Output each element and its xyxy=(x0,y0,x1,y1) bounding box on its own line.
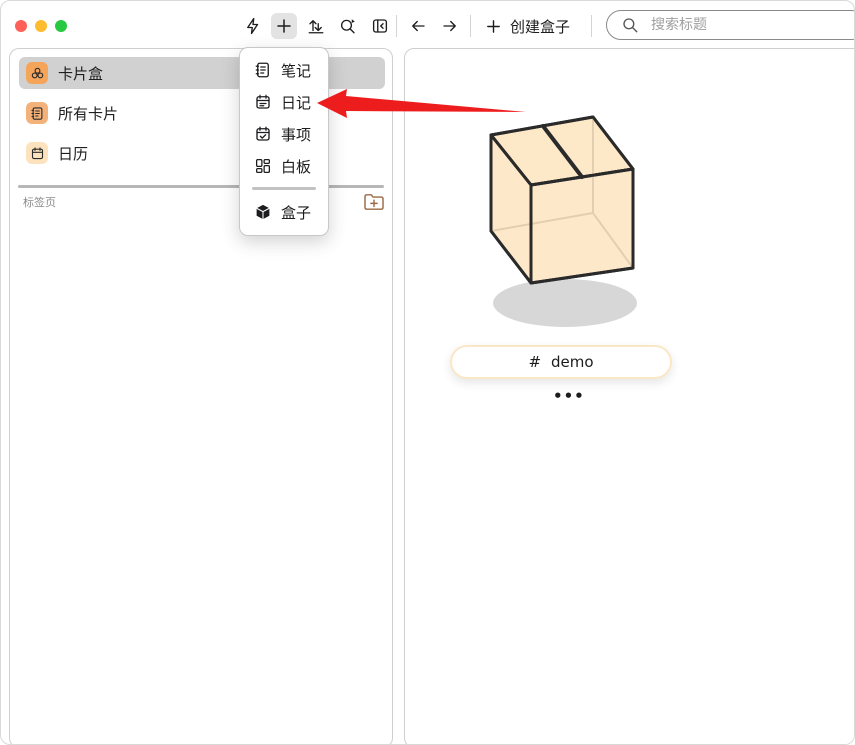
search-input[interactable] xyxy=(649,16,833,34)
flash-icon xyxy=(247,17,259,35)
create-box-button[interactable]: 创建盒子 xyxy=(485,13,570,39)
quick-capture-button[interactable] xyxy=(240,13,266,39)
sidebar-divider xyxy=(18,185,384,188)
tag-name: demo xyxy=(551,353,594,371)
notebook-icon xyxy=(26,102,48,124)
toolbar-divider xyxy=(470,15,471,37)
back-button[interactable] xyxy=(405,13,431,39)
sidebar-item-label: 日历 xyxy=(58,144,89,163)
arrow-right-icon xyxy=(443,20,456,32)
sidebar-item-cardbox[interactable]: 卡片盒 xyxy=(19,57,385,89)
sidebar-toggle-button[interactable] xyxy=(367,13,393,39)
minimize-window-button[interactable] xyxy=(35,20,47,32)
import-export-icon xyxy=(308,20,324,34)
import-export-button[interactable] xyxy=(303,13,329,39)
tags-section-label: 标签页 xyxy=(23,196,56,209)
close-window-button[interactable] xyxy=(15,20,27,32)
forward-button[interactable] xyxy=(437,13,463,39)
app-window: 创建盒子 卡片盒 所有卡片 日历 标签页 xyxy=(0,0,855,745)
menu-item-label: 盒子 xyxy=(281,203,312,222)
calendar-icon xyxy=(26,142,48,164)
tag-demo[interactable]: # demo xyxy=(450,345,672,379)
menu-item-box[interactable]: 盒子 xyxy=(246,197,324,227)
search-icon xyxy=(623,18,638,33)
menu-item-whiteboard[interactable]: 白板 xyxy=(246,151,324,181)
plus-icon xyxy=(487,19,500,33)
sidebar-item-calendar[interactable]: 日历 xyxy=(19,137,385,169)
whiteboard-grid-icon xyxy=(255,158,271,174)
box-illustration xyxy=(489,115,637,327)
add-folder-icon[interactable] xyxy=(363,193,385,211)
cube-icon xyxy=(256,204,270,220)
cardbox-icon xyxy=(26,62,48,84)
create-box-label: 创建盒子 xyxy=(510,17,571,36)
toolbar-divider xyxy=(396,15,397,37)
hash-symbol: # xyxy=(528,353,542,371)
more-button[interactable]: ••• xyxy=(553,387,585,405)
sidebar-toggle-icon xyxy=(372,19,388,33)
new-item-button[interactable] xyxy=(271,13,297,39)
menu-item-label: 白板 xyxy=(281,157,312,176)
arrow-left-icon xyxy=(412,20,425,32)
calendar-list-icon xyxy=(256,94,270,109)
search-refresh-button[interactable] xyxy=(335,13,361,39)
menu-item-label: 笔记 xyxy=(281,61,312,80)
menu-divider xyxy=(252,187,316,190)
calendar-check-icon xyxy=(256,126,270,141)
search-field[interactable] xyxy=(606,10,854,40)
sidebar-item-label: 所有卡片 xyxy=(58,104,119,123)
sidebar-item-label: 卡片盒 xyxy=(58,64,104,83)
plus-icon xyxy=(277,19,291,33)
menu-item-diary[interactable]: 日记 xyxy=(246,87,324,117)
toolbar-divider xyxy=(591,15,592,37)
menu-item-task[interactable]: 事项 xyxy=(246,119,324,149)
zoom-window-button[interactable] xyxy=(55,20,67,32)
sidebar: 卡片盒 所有卡片 日历 标签页 xyxy=(9,48,393,744)
sidebar-item-all-cards[interactable]: 所有卡片 xyxy=(19,97,385,129)
notebook-icon xyxy=(255,62,269,78)
search-refresh-icon xyxy=(340,19,355,34)
menu-item-label: 日记 xyxy=(281,93,312,112)
new-item-menu: 笔记 日记 事项 白板 盒子 xyxy=(239,47,329,236)
menu-item-label: 事项 xyxy=(281,125,312,144)
menu-item-note[interactable]: 笔记 xyxy=(246,55,324,85)
